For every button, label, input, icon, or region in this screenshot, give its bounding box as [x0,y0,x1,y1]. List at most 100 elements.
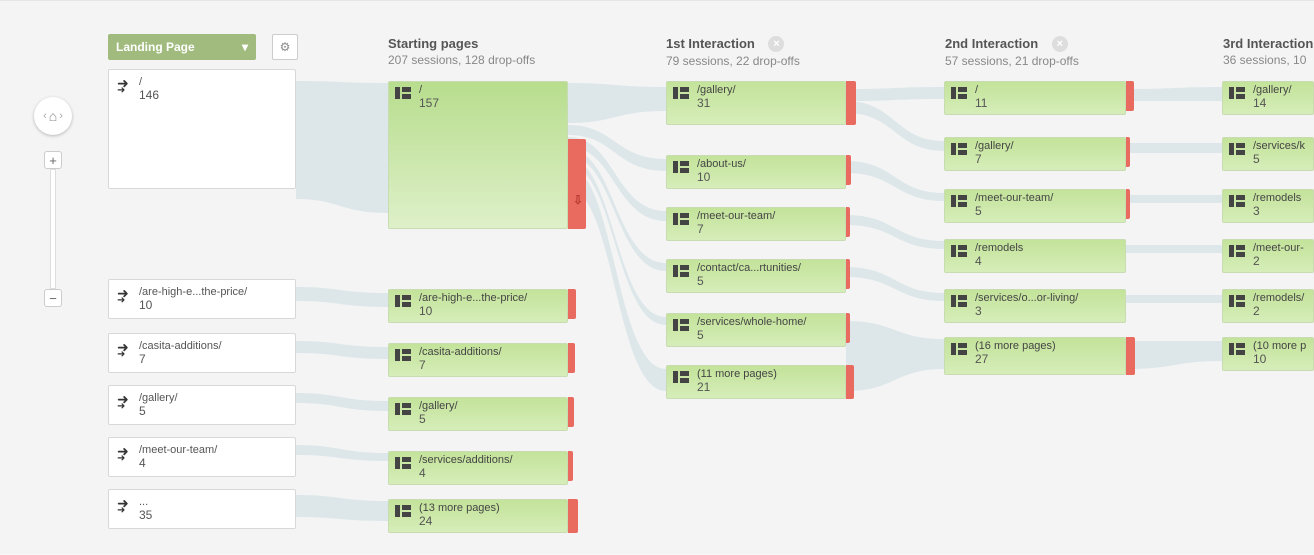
node-label: /remodels [1253,192,1307,204]
flow-node-more[interactable]: (10 more p 10 [1222,337,1314,371]
home-control[interactable]: ‹ ⌂ › [34,97,72,135]
column-header-starting: Starting pages 207 sessions, 128 drop-of… [388,36,535,67]
page-icon [395,403,411,415]
flow-node[interactable]: /about-us/ 10 [666,155,846,189]
flow-node[interactable]: /gallery/ 7 [944,137,1126,171]
flow-node[interactable]: / 11 [944,81,1126,115]
page-icon [673,371,689,383]
node-value: 10 [419,304,561,318]
node-label: /remodels [975,242,1119,254]
column-subtitle: 57 sessions, 21 drop-offs [945,54,1079,68]
flow-node[interactable]: /remodels/ 2 [1222,289,1314,323]
page-icon [951,343,967,355]
dropoff-bar [846,81,856,125]
dropoff-bar [568,397,574,427]
arrows-icon: ➜ [117,288,129,306]
flow-visualization: ‹ ⌂ › + − Landing Page ▾ ⚙ Starting page… [0,0,1314,554]
node-label: /meet-our-team/ [975,192,1119,204]
node-label: /gallery/ [419,400,561,412]
node-value: 11 [975,96,1119,110]
source-card[interactable]: ➜ /are-high-e...the-price/ 10 [108,279,296,319]
node-value: 3 [1253,204,1307,218]
node-label: /about-us/ [697,158,839,170]
node-label: / [975,84,1119,96]
source-value: 10 [139,298,287,312]
flow-node[interactable]: /contact/ca...rtunities/ 5 [666,259,846,293]
settings-button[interactable]: ⚙ [272,34,298,60]
source-card[interactable]: ➜ / 146 [108,69,296,189]
flow-node[interactable]: /meet-our-team/ 5 [944,189,1126,223]
column-header-1st: 1st Interaction × 79 sessions, 22 drop-o… [666,36,800,68]
gear-icon: ⚙ [280,40,291,54]
flow-node[interactable]: /services/whole-home/ 5 [666,313,846,347]
flow-node-more[interactable]: (13 more pages) 24 [388,499,568,533]
zoom-control: + − [47,151,59,307]
zoom-out-button[interactable]: − [44,289,62,307]
dimension-selector[interactable]: Landing Page ▾ [108,34,256,60]
page-icon [673,319,689,331]
page-icon [951,245,967,257]
dropoff-bar [846,365,854,399]
arrows-icon: ➜ [117,446,129,464]
flow-node[interactable]: /meet-our-team/ 7 [666,207,846,241]
zoom-slider[interactable] [50,169,56,289]
source-card[interactable]: ➜ /meet-our-team/ 4 [108,437,296,477]
source-label: /gallery/ [139,392,287,404]
source-card[interactable]: ➜ /casita-additions/ 7 [108,333,296,373]
node-label: (11 more pages) [697,368,839,380]
dropoff-bar [568,343,575,373]
node-label: /services/additions/ [419,454,561,466]
flow-node[interactable]: / 157 [388,81,568,229]
flow-node[interactable]: /are-high-e...the-price/ 10 [388,289,568,323]
dropoff-bar [1126,189,1130,219]
flow-node[interactable]: /services/k 5 [1222,137,1314,171]
node-value: 2 [1253,304,1307,318]
page-icon [1229,195,1245,207]
arrows-icon: ➜ [117,394,129,412]
source-value: 146 [139,88,287,102]
node-value: 5 [975,204,1119,218]
node-value: 5 [697,328,839,342]
page-icon [673,213,689,225]
page-icon [395,87,411,99]
column-title: Starting pages [388,36,535,51]
node-value: 5 [697,274,839,288]
flow-node[interactable]: /casita-additions/ 7 [388,343,568,377]
close-icon[interactable]: × [1052,36,1068,52]
node-label: /meet-our-team/ [697,210,839,222]
flow-node-more[interactable]: (11 more pages) 21 [666,365,846,399]
flow-node[interactable]: /meet-our- 2 [1222,239,1314,273]
node-value: 14 [1253,96,1307,110]
flow-node-more[interactable]: (16 more pages) 27 [944,337,1126,375]
zoom-in-button[interactable]: + [44,151,62,169]
flow-node[interactable]: /remodels 4 [944,239,1126,273]
node-value: 21 [697,380,839,394]
source-card[interactable]: ➜ ... 35 [108,489,296,529]
flow-node[interactable]: /gallery/ 14 [1222,81,1314,115]
source-value: 5 [139,404,287,418]
node-label: /meet-our- [1253,242,1307,254]
page-icon [1229,343,1245,355]
dropoff-bar [846,207,850,237]
column-header-3rd: 3rd Interaction 36 sessions, 10 [1223,36,1313,67]
node-value: 24 [419,514,561,528]
flow-node[interactable]: /gallery/ 5 [388,397,568,431]
column-title: 2nd Interaction × [945,36,1079,52]
flow-node[interactable]: /remodels 3 [1222,189,1314,223]
flow-node[interactable]: /services/additions/ 4 [388,451,568,485]
dropoff-bar [1126,137,1130,167]
flow-node[interactable]: /gallery/ 31 [666,81,846,125]
page-icon [1229,295,1245,307]
node-value: 4 [419,466,561,480]
flow-node[interactable]: /services/o...or-living/ 3 [944,289,1126,323]
column-subtitle: 36 sessions, 10 [1223,53,1313,67]
node-label: (13 more pages) [419,502,561,514]
page-icon [1229,143,1245,155]
dropoff-bar [1126,337,1135,375]
dropoff-bar [846,155,851,185]
source-card[interactable]: ➜ /gallery/ 5 [108,385,296,425]
close-icon[interactable]: × [768,36,784,52]
dimension-label: Landing Page [116,40,195,54]
node-value: 7 [975,152,1119,166]
column-subtitle: 207 sessions, 128 drop-offs [388,53,535,67]
